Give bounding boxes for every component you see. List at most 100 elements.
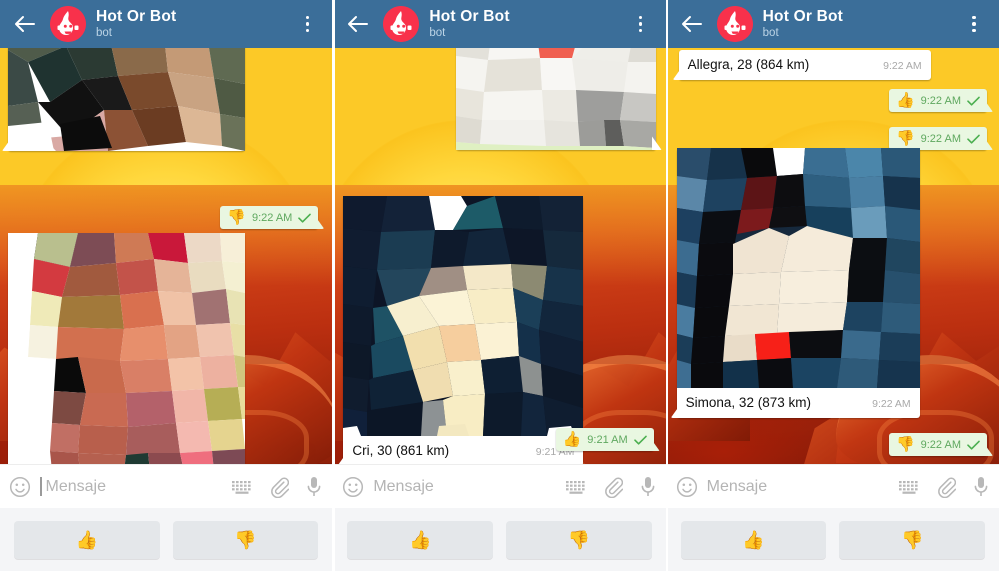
panel-divider-2 xyxy=(666,0,668,571)
profile-photo-mosaic xyxy=(455,48,656,150)
profile-photo-mosaic xyxy=(676,148,920,388)
microphone-icon[interactable] xyxy=(972,475,990,499)
message-input-field[interactable]: Mensaje xyxy=(373,478,556,496)
card-caption: Simona, 32 (873 km) 9:22 AM xyxy=(677,388,920,418)
profile-card-cri[interactable]: Cri, 30 (861 km) 9:21 AM xyxy=(343,196,584,464)
keyboard-icon[interactable] xyxy=(231,479,253,495)
thumbs-up-icon: 👍 xyxy=(895,92,915,109)
overflow-menu-icon[interactable] xyxy=(963,15,985,33)
thumbs-down-icon: 👎 xyxy=(227,209,246,226)
thumbs-up-icon: 👍 xyxy=(562,431,582,448)
panel-divider-1 xyxy=(333,0,335,571)
smiley-icon[interactable] xyxy=(342,476,364,498)
reaction-bubble-thumbs-up[interactable]: 👍 9:21 AM xyxy=(555,428,654,451)
chat-panel-3: Hot Or Bot bot Allegra, 28 (864 km) 9:22… xyxy=(666,0,1000,571)
message-placeholder: Mensaje xyxy=(373,477,434,495)
delivered-check-icon xyxy=(298,213,312,223)
page-subtitle: bot xyxy=(762,27,779,39)
reaction-keyboard-2[interactable]: 👍 👎 xyxy=(333,508,666,571)
smiley-icon[interactable] xyxy=(9,476,31,498)
message-time: 9:21 AM xyxy=(587,433,628,446)
chat-panel-1: Hot Or Bot bot 👎 9:22 AM Mensaje 👍 👎 xyxy=(0,0,334,571)
profile-photo-mosaic xyxy=(8,48,245,151)
delivered-check-icon xyxy=(967,96,980,106)
hot-or-bot-flame-avatar[interactable] xyxy=(716,6,753,42)
thumbs-up-key[interactable]: 👍 xyxy=(680,520,827,559)
message-time: 9:22 AM xyxy=(920,438,961,451)
message-list-3[interactable]: Allegra, 28 (864 km) 9:22 AM 👍 9:22 AM 👎… xyxy=(666,48,999,464)
hot-or-bot-flame-avatar[interactable] xyxy=(383,6,420,42)
reaction-bubble-thumbs-down[interactable]: 👎 9:22 AM xyxy=(888,433,987,456)
page-subtitle: bot xyxy=(429,27,446,39)
microphone-icon[interactable] xyxy=(639,475,657,499)
card-caption: Allegra, 28 (864 km) 9:22 AM xyxy=(679,50,931,80)
hot-or-bot-flame-avatar[interactable] xyxy=(50,6,86,42)
profile-card-simona[interactable]: Simona, 32 (873 km) 9:22 AM xyxy=(676,148,920,418)
message-placeholder: Mensaje xyxy=(706,477,768,495)
message-composer-3[interactable]: Mensaje xyxy=(666,464,999,508)
thumbs-down-key[interactable]: 👎 xyxy=(839,520,985,559)
message-time: 9:22 AM xyxy=(251,211,293,224)
thumbs-up-key[interactable]: 👍 xyxy=(347,520,493,559)
overflow-menu-icon[interactable] xyxy=(296,15,318,33)
message-input-field[interactable]: Mensaje xyxy=(40,477,223,496)
profile-card-isabella[interactable]: Isabella, 27 (923 km) 9:22 AM xyxy=(8,233,245,464)
page-title: Hot Or Bot xyxy=(762,8,844,25)
thumbs-up-key[interactable]: 👍 xyxy=(14,520,160,559)
keyboard-icon[interactable] xyxy=(898,479,920,495)
back-arrow-icon[interactable] xyxy=(12,11,38,37)
card-caption: Cri, 30 (861 km) 9:21 AM xyxy=(343,436,583,464)
delivered-check-icon xyxy=(967,134,980,144)
delivered-check-icon xyxy=(633,435,647,445)
message-composer-1[interactable]: Mensaje xyxy=(0,464,333,508)
thumbs-down-icon: 👎 xyxy=(895,130,915,147)
paperclip-icon[interactable] xyxy=(936,476,956,498)
profile-name-age-distance: Allegra, 28 (864 km) xyxy=(687,57,810,72)
message-photo-partial-2[interactable] xyxy=(455,48,656,150)
overflow-menu-icon[interactable] xyxy=(630,15,652,33)
message-time: 9:22 AM xyxy=(883,60,922,72)
profile-card-allegra-caption[interactable]: Allegra, 28 (864 km) 9:22 AM xyxy=(678,50,931,80)
delivered-check-icon xyxy=(967,440,980,450)
profile-name-age-distance: Cri, 30 (861 km) xyxy=(352,443,450,458)
page-title: Hot Or Bot xyxy=(96,8,177,25)
message-composer-2[interactable]: Mensaje xyxy=(333,464,666,508)
thumbs-down-icon: 👎 xyxy=(895,436,915,453)
smiley-icon[interactable] xyxy=(676,476,698,498)
message-photo-partial-1[interactable] xyxy=(8,48,245,151)
reaction-keyboard-1[interactable]: 👍 👎 xyxy=(0,508,333,571)
back-arrow-icon[interactable] xyxy=(345,11,371,37)
app-header-3: Hot Or Bot bot xyxy=(666,0,999,48)
profile-photo-mosaic xyxy=(8,233,245,464)
message-placeholder: Mensaje xyxy=(45,477,106,495)
text-cursor xyxy=(40,477,42,496)
thumbs-down-key[interactable]: 👎 xyxy=(172,520,319,559)
reaction-bubble-thumbs-down[interactable]: 👎 9:22 AM xyxy=(220,206,319,229)
thumbs-down-key[interactable]: 👎 xyxy=(506,520,652,559)
three-panel-chat-screenshot: Hot Or Bot bot 👎 9:22 AM Mensaje 👍 👎 Hot… xyxy=(0,0,1000,571)
keyboard-icon[interactable] xyxy=(565,479,587,495)
back-arrow-icon[interactable] xyxy=(679,11,705,37)
reaction-bubble-thumbs-down[interactable]: 👎 9:22 AM xyxy=(888,127,987,150)
message-time: 9:22 AM xyxy=(872,398,911,410)
reaction-keyboard-3[interactable]: 👍 👎 xyxy=(666,508,999,571)
message-time: 9:22 AM xyxy=(920,132,961,145)
message-time: 9:22 AM xyxy=(920,94,961,107)
header-title-block-3: Hot Or Bot bot xyxy=(763,8,963,40)
page-subtitle: bot xyxy=(96,27,112,39)
microphone-icon[interactable] xyxy=(305,475,323,499)
chat-panel-2: Hot Or Bot bot Cri, 30 (861 km) 9:21 AM … xyxy=(333,0,667,571)
profile-photo-mosaic xyxy=(343,196,584,436)
message-list-2[interactable]: Cri, 30 (861 km) 9:21 AM 👍 9:21 AM xyxy=(333,48,666,464)
app-header-1: Hot Or Bot bot xyxy=(0,0,333,48)
message-list-1[interactable]: 👎 9:22 AM xyxy=(0,48,333,464)
paperclip-icon[interactable] xyxy=(603,476,623,498)
reaction-bubble-thumbs-up[interactable]: 👍 9:22 AM xyxy=(888,89,987,112)
app-header-2: Hot Or Bot bot xyxy=(333,0,666,48)
message-input-field[interactable]: Mensaje xyxy=(707,478,890,496)
profile-name-age-distance: Simona, 32 (873 km) xyxy=(685,395,811,410)
paperclip-icon[interactable] xyxy=(269,476,290,498)
header-title-block-1: Hot Or Bot bot xyxy=(96,8,296,40)
page-title: Hot Or Bot xyxy=(429,8,510,25)
header-title-block-2: Hot Or Bot bot xyxy=(429,8,629,40)
